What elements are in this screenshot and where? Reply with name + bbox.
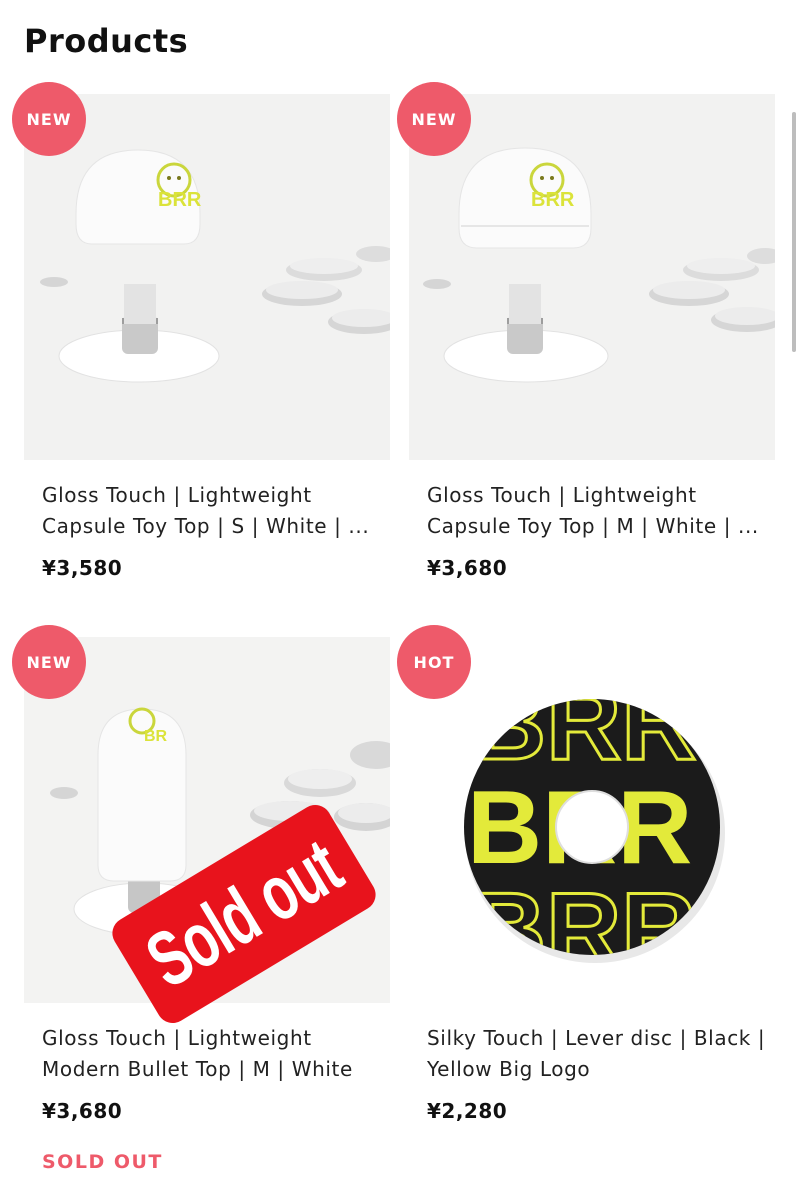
joystick-capsule-image: BRR — [409, 94, 775, 460]
new-badge: NEW — [12, 82, 86, 156]
new-badge: NEW — [12, 625, 86, 699]
product-card[interactable]: BR NEW Sold out Gloss Touch | Lightweigh… — [12, 625, 390, 1173]
svg-text:BR: BR — [144, 728, 168, 745]
joystick-capsule-image: BRR — [24, 94, 390, 460]
svg-text:BRR: BRR — [531, 189, 575, 211]
product-name[interactable]: Gloss Touch | Lightweight Capsule Toy To… — [427, 480, 767, 542]
new-badge: NEW — [397, 82, 471, 156]
product-name[interactable]: Gloss Touch | Lightweight Capsule Toy To… — [42, 480, 382, 542]
product-card[interactable]: BRR NEW Gloss Touch | Lightweight Capsul… — [397, 82, 775, 580]
product-name[interactable]: Gloss Touch | Lightweight Modern Bullet … — [42, 1023, 382, 1085]
page-title: Products — [24, 22, 189, 60]
svg-text:BRR: BRR — [158, 189, 202, 211]
product-image[interactable]: BRR BRR BRR HOT — [397, 625, 775, 1003]
product-image[interactable]: BR NEW Sold out — [12, 625, 390, 1029]
product-image[interactable]: BRR NEW — [12, 82, 390, 460]
scrollbar[interactable] — [792, 112, 796, 352]
lever-disc-image: BRR BRR BRR — [409, 637, 775, 1003]
product-card[interactable]: BRR NEW Gloss Touch | Lightweight Capsul… — [12, 82, 390, 580]
product-price: ¥3,580 — [42, 556, 123, 580]
product-name[interactable]: Silky Touch | Lever disc | Black | Yello… — [427, 1023, 767, 1085]
product-card[interactable]: BRR BRR BRR HOT Silky Touch | Lever disc… — [397, 625, 775, 1123]
product-price: ¥2,280 — [427, 1099, 508, 1123]
product-image[interactable]: BRR NEW — [397, 82, 775, 460]
product-price: ¥3,680 — [42, 1099, 123, 1123]
product-price: ¥3,680 — [427, 556, 508, 580]
sold-out-label: SOLD OUT — [42, 1151, 163, 1173]
hot-badge: HOT — [397, 625, 471, 699]
